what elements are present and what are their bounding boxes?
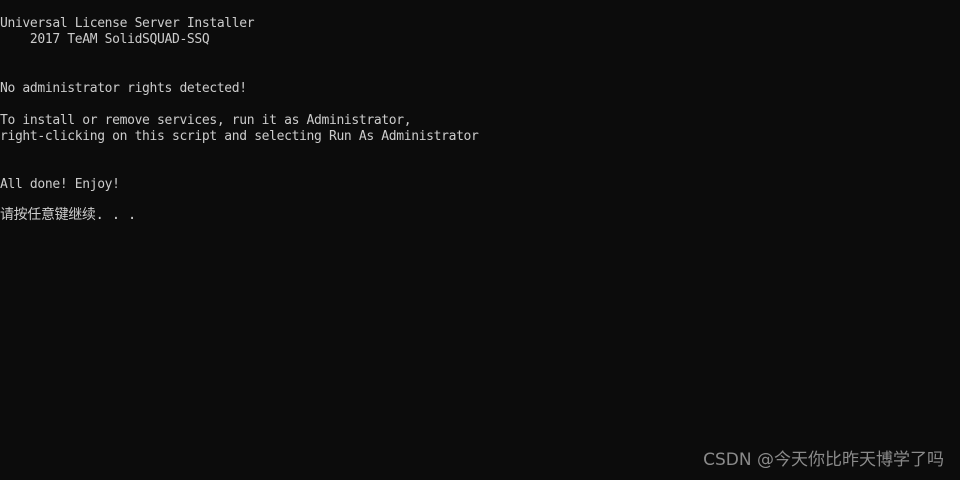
console-line-install-hint: To install or remove services, run it as…	[0, 113, 412, 128]
console-line-run-as-admin: right-clicking on this script and select…	[0, 129, 479, 144]
console-line-no-admin: No administrator rights detected!	[0, 81, 247, 96]
csdn-watermark: CSDN @今天你比昨天博学了吗	[703, 450, 944, 470]
console-line-press-any-key: 请按任意键继续. . .	[0, 207, 136, 223]
console-line-credits: 2017 TeAM SolidSQUAD-SSQ	[0, 32, 210, 47]
console-window: Universal License Server Installer 2017 …	[0, 0, 960, 480]
console-line-done: All done! Enjoy!	[0, 177, 120, 192]
console-line-title: Universal License Server Installer	[0, 16, 255, 31]
